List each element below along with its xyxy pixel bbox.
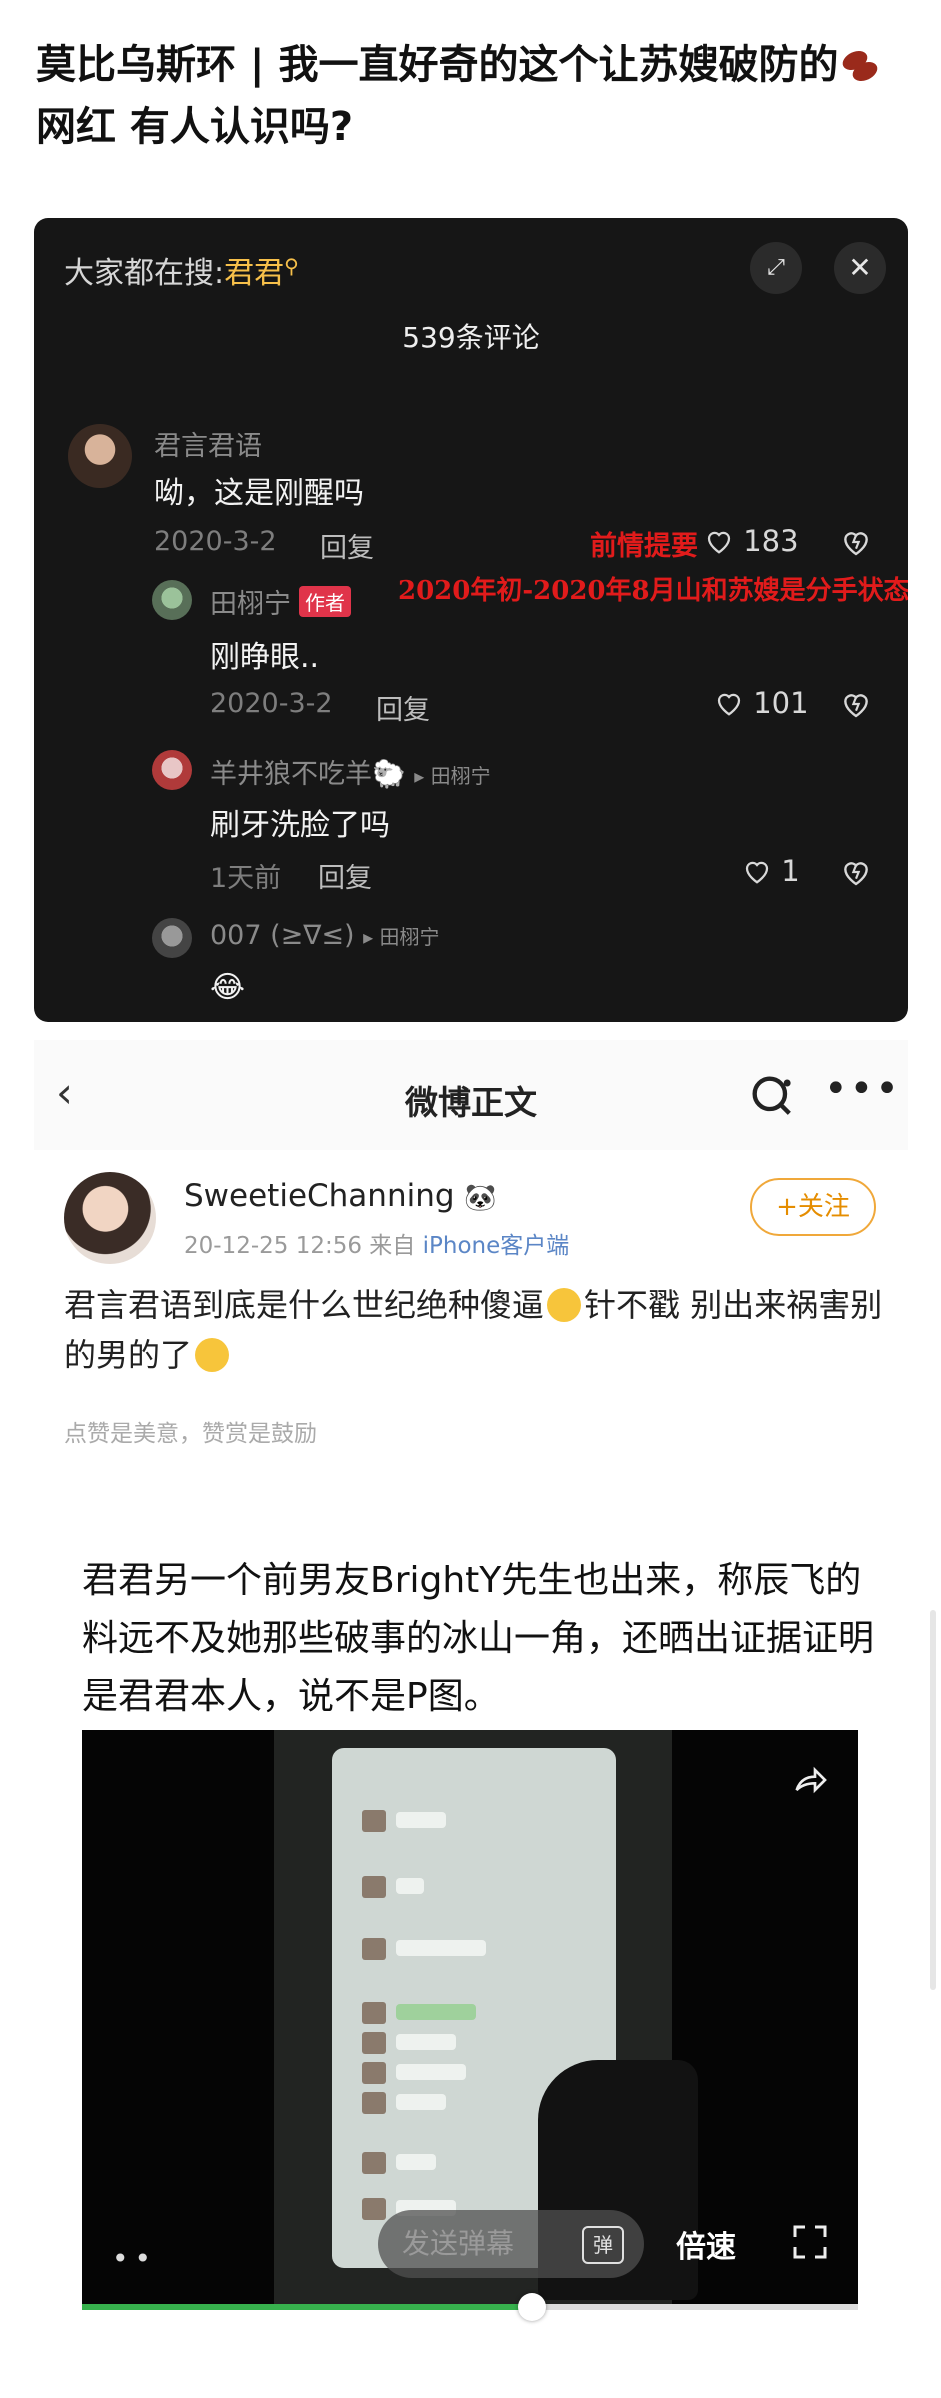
- grin-emoji-icon: [195, 1338, 230, 1372]
- comment-text: 刚睁眼..: [210, 640, 320, 675]
- comments-panel: 大家都在搜:君君⚲ ⤢ ✕ 539条评论 君言君语 呦，这是刚醒吗 2020-3…: [34, 218, 908, 1022]
- danmaku-toggle-icon[interactable]: 弹: [582, 2226, 624, 2264]
- avatar[interactable]: [68, 424, 132, 488]
- comment-date: 2020-3-2: [210, 688, 333, 719]
- comment-text: 刷牙洗脸了吗: [210, 808, 390, 843]
- like-button[interactable]: 101: [714, 686, 809, 720]
- comment-date: 2020-3-2: [154, 526, 277, 557]
- follow-button[interactable]: +关注: [750, 1178, 876, 1236]
- page-title: 莫比乌斯环 | 我一直好奇的这个让苏嫂破防的 网红 有人认识吗?: [36, 34, 916, 158]
- scrollbar[interactable]: [930, 1610, 936, 1990]
- weibo-username[interactable]: SweetieChanning 🐼: [184, 1178, 497, 1214]
- dislike-icon[interactable]: [840, 856, 872, 888]
- dots-icon: ••: [112, 2242, 158, 2275]
- search-suggestion[interactable]: 大家都在搜:君君⚲: [64, 248, 299, 292]
- share-icon[interactable]: [788, 1760, 832, 1800]
- post-text: 君言君语到底是什么世纪绝种傻逼 针不戳 别出来祸害别的男的了: [64, 1286, 883, 1374]
- more-icon[interactable]: •••: [824, 1066, 901, 1112]
- search-icon[interactable]: [746, 1070, 798, 1122]
- heart-icon: [717, 693, 741, 716]
- reply-button[interactable]: 回复: [320, 526, 374, 565]
- search-term[interactable]: 君君: [224, 256, 284, 291]
- author-badge: 作者: [299, 586, 351, 617]
- video-player[interactable]: •• 发送弹幕 弹 倍速: [82, 1730, 858, 2304]
- dislike-icon[interactable]: [840, 688, 872, 720]
- avatar[interactable]: [152, 750, 192, 790]
- reply-button[interactable]: 回复: [376, 688, 430, 727]
- article-paragraph: 君君另一个前男友BrightY先生也出来，称辰飞的料远不及她那些破事的冰山一角，…: [82, 1560, 875, 1717]
- annotation-label: 前情提要: [590, 531, 698, 562]
- thinking-emoji-icon: [547, 1288, 582, 1322]
- avatar[interactable]: [152, 580, 192, 620]
- progress-handle[interactable]: [518, 2293, 546, 2321]
- avatar[interactable]: [64, 1172, 156, 1264]
- heart-icon: [745, 861, 769, 884]
- comment-emoji: 😂: [210, 970, 246, 1005]
- comment-date: 1天前: [210, 863, 282, 894]
- avatar[interactable]: [152, 918, 192, 958]
- comment-count: 539条评论: [402, 321, 540, 354]
- dislike-icon[interactable]: [840, 526, 872, 558]
- heart-icon: [707, 531, 731, 554]
- reply-button[interactable]: 回复: [318, 856, 372, 895]
- panda-icon: 🐼: [464, 1183, 497, 1213]
- speed-button[interactable]: 倍速: [676, 2222, 736, 2266]
- comment-username[interactable]: 田栩宁 作者: [210, 582, 351, 621]
- beans-emoji-icon: [840, 47, 881, 85]
- like-button[interactable]: 183: [704, 524, 799, 558]
- weibo-header: ‹ 微博正文 •••: [34, 1040, 908, 1150]
- close-icon[interactable]: ✕: [834, 242, 886, 294]
- comment-username[interactable]: 君言君语: [154, 424, 262, 463]
- comment-username[interactable]: 羊井狼不吃羊🐑 ▸ 田栩宁: [210, 752, 491, 791]
- expand-icon[interactable]: ⤢: [750, 242, 802, 294]
- fullscreen-icon[interactable]: [790, 2222, 830, 2262]
- annotation-text: 2020年初-2020年8月山和苏嫂是分手状态: [398, 576, 908, 606]
- like-button[interactable]: 1: [742, 854, 800, 888]
- comment-username[interactable]: 007 (≥∇≤) ▸ 田栩宁: [210, 920, 440, 951]
- reward-hint: 点赞是美意，赞赏是鼓励: [64, 1421, 317, 1447]
- weibo-post: SweetieChanning 🐼 20-12-25 12:56 来自 iPho…: [34, 1150, 908, 1494]
- post-time: 20-12-25 12:56 来自 iPhone客户端: [184, 1233, 570, 1259]
- progress-fill: [82, 2304, 532, 2310]
- comment-text: 呦，这是刚醒吗: [154, 476, 364, 511]
- search-icon: ⚲: [284, 254, 299, 278]
